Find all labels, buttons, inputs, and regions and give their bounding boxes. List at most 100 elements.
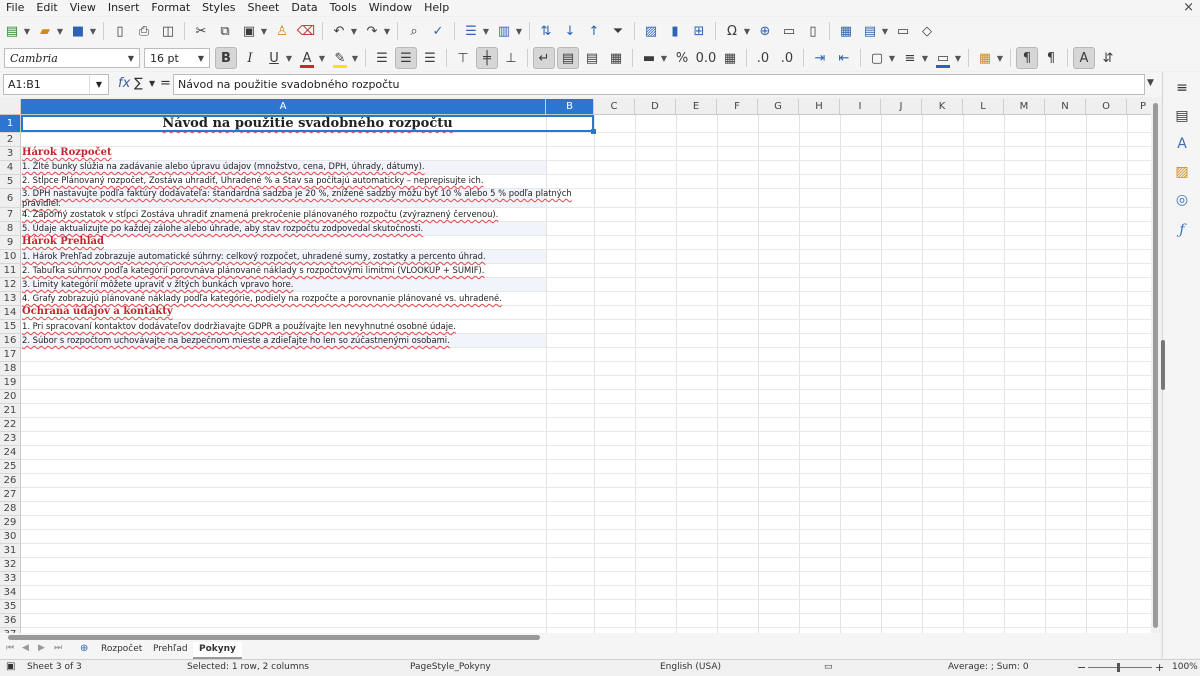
add-decimal-icon[interactable]: .0 — [752, 47, 774, 69]
row-header-31[interactable]: 31 — [0, 544, 21, 558]
sort-descending-icon[interactable]: ↑ — [583, 20, 605, 42]
instruction-cell[interactable]: 4. Záporný zostatok v stĺpci Zostáva uhr… — [22, 209, 546, 219]
font-color-icon[interactable]: A — [296, 47, 318, 69]
section-heading-prehlad[interactable]: Hárok Prehľad — [22, 236, 546, 247]
row-header-9[interactable]: 9 — [0, 236, 21, 250]
column-header-m[interactable]: M — [1004, 99, 1045, 114]
show-draw-functions-icon[interactable]: ◇ — [916, 20, 938, 42]
menu-sheet[interactable]: Sheet — [242, 0, 286, 16]
row-header-18[interactable]: 18 — [0, 362, 21, 376]
align-left-icon[interactable]: ☰ — [371, 47, 393, 69]
align-top-icon[interactable]: ⊤ — [452, 47, 474, 69]
wrap-text-icon[interactable]: ↵ — [533, 47, 555, 69]
text-orientation-horizontal-icon[interactable]: A — [1073, 47, 1095, 69]
instruction-cell[interactable]: 4. Grafy zobrazujú plánované náklady pod… — [22, 293, 546, 303]
row-dropdown-icon[interactable]: ▼ — [481, 20, 491, 42]
conditional-format-icon[interactable]: ▦ — [974, 47, 996, 69]
row-header-23[interactable]: 23 — [0, 432, 21, 446]
split-window-icon[interactable]: ▭ — [892, 20, 914, 42]
column-header-j[interactable]: J — [881, 99, 922, 114]
hamburger-menu-icon[interactable]: ≡ — [1172, 78, 1192, 98]
conditional-dropdown-icon[interactable]: ▼ — [995, 47, 1005, 69]
row-header-8[interactable]: 8 — [0, 222, 21, 236]
menu-file[interactable]: File — [0, 0, 30, 16]
row-header-36[interactable]: 36 — [0, 614, 21, 628]
underline-icon[interactable]: U — [263, 47, 285, 69]
open-folder-icon[interactable]: ▰ — [34, 20, 56, 42]
column-dropdown-icon[interactable]: ▼ — [514, 20, 524, 42]
row-header-6[interactable]: 6 — [0, 189, 21, 208]
redo-icon[interactable]: ↷ — [361, 20, 383, 42]
increase-indent-icon[interactable]: ⇥ — [809, 47, 831, 69]
close-document-icon[interactable]: × — [1183, 0, 1194, 16]
column-header-g[interactable]: G — [758, 99, 799, 114]
fill-handle[interactable] — [591, 129, 596, 134]
menu-edit[interactable]: Edit — [30, 0, 63, 16]
highlighting-color-icon[interactable]: ✎ — [329, 47, 351, 69]
sheet-tab-pokyny[interactable]: Pokyny — [193, 642, 242, 659]
column-header-f[interactable]: F — [717, 99, 758, 114]
row-header-25[interactable]: 25 — [0, 460, 21, 474]
next-sheet-icon[interactable]: ▶ — [38, 643, 45, 653]
merge-center-icon[interactable]: ▤ — [557, 47, 579, 69]
clear-formatting-icon[interactable]: ⌫ — [295, 20, 317, 42]
row-header-4[interactable]: 4 — [0, 161, 21, 175]
paste-icon[interactable]: ▣ — [238, 20, 260, 42]
date-format-icon[interactable]: ▦ — [719, 47, 741, 69]
row-icon[interactable]: ☰ — [460, 20, 482, 42]
special-character-dropdown-icon[interactable]: ▼ — [742, 20, 752, 42]
instruction-cell[interactable]: 2. Tabuľka súhrnov podľa kategórií porov… — [22, 265, 546, 275]
instruction-cell[interactable]: 1. Žlté bunky slúžia na zadávanie alebo … — [22, 161, 546, 171]
instruction-cell[interactable]: 3. Limity kategórií môžete upraviť v žlt… — [22, 279, 546, 289]
row-header-26[interactable]: 26 — [0, 474, 21, 488]
freeze-rows-columns-icon[interactable]: ▤ — [859, 20, 881, 42]
column-icon[interactable]: ▥ — [493, 20, 515, 42]
column-header-h[interactable]: H — [799, 99, 840, 114]
find-replace-icon[interactable]: ⌕ — [403, 20, 425, 42]
formula-input[interactable]: Návod na použitie svadobného rozpočtu — [173, 74, 1145, 95]
chevron-down-icon[interactable]: ▼ — [193, 54, 209, 63]
vertical-scroll-thumb[interactable] — [1153, 103, 1158, 628]
merge-cells-icon[interactable]: ▤ — [581, 47, 603, 69]
italic-icon[interactable]: I — [239, 47, 261, 69]
align-vertical-center-icon[interactable]: ╪ — [476, 47, 498, 69]
paste-dropdown-icon[interactable]: ▼ — [259, 20, 269, 42]
function-wizard-icon[interactable]: fx — [118, 76, 130, 91]
row-header-29[interactable]: 29 — [0, 516, 21, 530]
styles-icon[interactable]: A — [1172, 134, 1192, 154]
instruction-cell[interactable]: 2. Súbor s rozpočtom uchovávajte na bezp… — [22, 335, 546, 345]
row-header-33[interactable]: 33 — [0, 572, 21, 586]
autofilter-icon[interactable]: ⏷ — [607, 20, 629, 42]
menu-insert[interactable]: Insert — [102, 0, 146, 16]
column-header-d[interactable]: D — [635, 99, 676, 114]
gallery-icon[interactable]: ▨ — [1172, 162, 1192, 182]
instruction-cell[interactable]: 1. Pri spracovaní kontaktov dodávateľov … — [22, 321, 546, 331]
navigator-icon[interactable]: ◎ — [1172, 190, 1192, 210]
chevron-down-icon[interactable]: ▼ — [123, 54, 139, 63]
row-header-22[interactable]: 22 — [0, 418, 21, 432]
insert-chart-icon[interactable]: ▮ — [664, 20, 686, 42]
insert-image-icon[interactable]: ▨ — [640, 20, 662, 42]
row-header-12[interactable]: 12 — [0, 278, 21, 292]
menu-format[interactable]: Format — [145, 0, 196, 16]
freeze-dropdown-icon[interactable]: ▼ — [880, 20, 890, 42]
pivot-table-icon[interactable]: ⊞ — [688, 20, 710, 42]
column-header-n[interactable]: N — [1045, 99, 1086, 114]
zoom-slider-knob[interactable] — [1117, 663, 1120, 672]
vertical-scrollbar[interactable] — [1151, 99, 1160, 633]
sidebar-resize-handle[interactable] — [1161, 340, 1165, 390]
functions-icon[interactable]: ƒ — [1172, 220, 1192, 240]
clone-formatting-icon[interactable]: ♙ — [271, 20, 293, 42]
instruction-cell-continued[interactable]: pravidiel. — [22, 198, 546, 208]
left-to-right-icon[interactable]: ¶ — [1016, 47, 1038, 69]
row-header-17[interactable]: 17 — [0, 348, 21, 362]
section-heading-rozpocet[interactable]: Hárok Rozpočet — [22, 147, 546, 158]
row-header-5[interactable]: 5 — [0, 175, 21, 189]
right-to-left-icon[interactable]: ¶ — [1040, 47, 1062, 69]
zoom-in-icon[interactable]: + — [1155, 661, 1164, 674]
border-color-icon[interactable]: ▭ — [932, 47, 954, 69]
align-right-icon[interactable]: ☰ — [419, 47, 441, 69]
row-header-1[interactable]: 1 — [0, 115, 21, 133]
align-center-icon[interactable]: ☰ — [395, 47, 417, 69]
menu-help[interactable]: Help — [418, 0, 455, 16]
